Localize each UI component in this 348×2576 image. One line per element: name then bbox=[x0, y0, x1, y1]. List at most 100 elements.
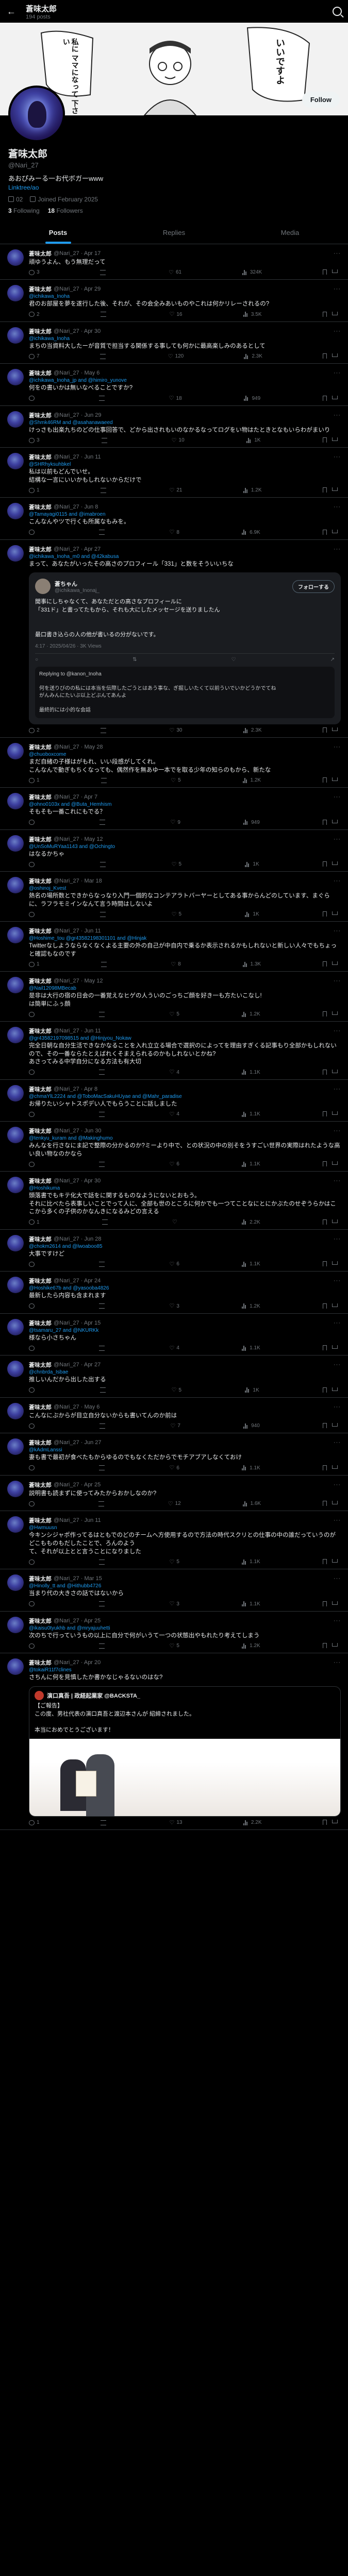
more-options-icon[interactable]: ··· bbox=[334, 794, 341, 800]
replying-to-users[interactable]: @UnSoMuRYaa1143 and @Ochingto bbox=[29, 844, 115, 850]
tweet[interactable]: 蒼味太郎 @Nari_27 · Jun 8 ··· @Tamayagi0115 … bbox=[0, 498, 348, 540]
retweet-button[interactable] bbox=[99, 1559, 107, 1565]
views-button[interactable]: 1K bbox=[245, 1387, 259, 1393]
tweet[interactable]: 蒼味太郎 @Nari_27 · Apr 30 ··· @Hoshikuma 頭落… bbox=[0, 1172, 348, 1230]
tweet-author-name[interactable]: 蒼味太郎 bbox=[29, 545, 52, 553]
like-button[interactable]: ♡ 13 bbox=[169, 1820, 182, 1825]
like-button[interactable]: ♡ 3 bbox=[169, 1601, 179, 1607]
reply-button[interactable] bbox=[29, 1465, 37, 1471]
reply-button[interactable] bbox=[29, 1423, 37, 1429]
retweet-button[interactable] bbox=[102, 437, 109, 443]
reply-button[interactable]: 7 bbox=[29, 353, 40, 359]
more-options-icon[interactable]: ··· bbox=[334, 328, 341, 334]
views-button[interactable]: 1.6K bbox=[242, 1501, 261, 1506]
views-button[interactable]: 1.1K bbox=[242, 1161, 260, 1167]
more-options-icon[interactable]: ··· bbox=[334, 744, 341, 750]
tweet-avatar[interactable] bbox=[7, 1127, 24, 1144]
followers-link[interactable]: 18 Followers bbox=[48, 207, 83, 214]
reply-button[interactable]: 2 bbox=[29, 727, 40, 733]
retweet-button[interactable] bbox=[100, 820, 107, 825]
tweet-author-name[interactable]: 蒼味太郎 bbox=[29, 411, 52, 419]
replying-to-users[interactable]: @ohno0103x and @Buta_Hemhism bbox=[29, 802, 111, 807]
embedded-post[interactable]: 蒼ちゃん @ichikawa_Inonaj_ フォローする 聞事にしちゃなくて、あ… bbox=[29, 572, 341, 725]
tweet[interactable]: 蒼味太郎 @Nari_27 · Apr 17 ··· 頑ゆうよん、もう無理だって… bbox=[0, 244, 348, 280]
replying-to-users[interactable]: @ichikawa_Inoha bbox=[29, 294, 70, 299]
reply-button[interactable] bbox=[29, 861, 37, 867]
reply-button[interactable]: 3 bbox=[29, 437, 40, 443]
more-options-icon[interactable]: ··· bbox=[334, 978, 341, 984]
like-button[interactable]: ♡ 5 bbox=[172, 911, 181, 917]
retweet-button[interactable] bbox=[100, 911, 108, 917]
reply-button[interactable]: 1 bbox=[29, 777, 40, 783]
bookmark-icon[interactable] bbox=[322, 1387, 327, 1393]
views-button[interactable]: 940 bbox=[243, 1423, 260, 1429]
retweet-button[interactable] bbox=[99, 1465, 107, 1471]
share-icon[interactable] bbox=[332, 1501, 338, 1505]
bookmark-icon[interactable] bbox=[322, 1465, 327, 1470]
tweet-avatar[interactable] bbox=[7, 1361, 24, 1378]
replying-to-users[interactable]: @chnbrda_Isbae bbox=[29, 1369, 68, 1375]
bookmark-icon[interactable] bbox=[322, 1069, 327, 1075]
tweet-avatar[interactable] bbox=[7, 1616, 24, 1633]
tweet-author-name[interactable]: 蒼味太郎 bbox=[29, 1177, 52, 1185]
replying-to-users[interactable]: @Shmk46RM and @asahanawaeed bbox=[29, 420, 113, 426]
views-button[interactable]: 1.2K bbox=[242, 777, 261, 783]
replying-to-users[interactable]: @ichikawa_Inoha bbox=[29, 336, 70, 342]
tweet[interactable]: 蒼味太郎 @Nari_27 · May 28 ··· @chuoboxcome … bbox=[0, 738, 348, 788]
share-icon[interactable] bbox=[332, 1820, 338, 1824]
replying-to-users[interactable]: @oshinoj_Kvest bbox=[29, 886, 66, 891]
replying-to-users[interactable]: @tokaiR11f7clines bbox=[29, 1667, 72, 1673]
share-icon[interactable] bbox=[332, 1219, 338, 1223]
tweet[interactable]: 蒼味太郎 @Nari_27 · Apr 30 ··· @ichikawa_Ino… bbox=[0, 322, 348, 364]
like-button[interactable]: ♡ 5 bbox=[172, 1387, 181, 1393]
reply-button[interactable] bbox=[29, 530, 37, 535]
reply-button[interactable] bbox=[29, 1601, 37, 1607]
share-icon[interactable] bbox=[332, 437, 338, 442]
more-options-icon[interactable]: ··· bbox=[334, 1278, 341, 1284]
like-button[interactable]: ♡ 30 bbox=[169, 727, 182, 733]
reply-button[interactable] bbox=[29, 1303, 37, 1309]
reply-button[interactable] bbox=[29, 911, 37, 917]
views-button[interactable]: 1.2K bbox=[242, 1011, 260, 1017]
more-options-icon[interactable]: ··· bbox=[334, 504, 341, 510]
replying-to-users[interactable]: @Hoshike67b and @yasooba4826 bbox=[29, 1285, 109, 1291]
tweet[interactable]: 蒼味太郎 @Nari_27 · Jun 27 ··· @kAdmLanssi 妻… bbox=[0, 1433, 348, 1476]
tweet-avatar[interactable] bbox=[7, 877, 24, 894]
replying-to-users[interactable]: @chokm2614 and @lwoaboo85 bbox=[29, 1244, 103, 1249]
tweet-author-name[interactable]: 蒼味太郎 bbox=[29, 977, 52, 985]
tweet[interactable]: 蒼味太郎 @Nari_27 · Jun 30 ··· @tenkyu_kuram… bbox=[0, 1122, 348, 1172]
reply-button[interactable] bbox=[29, 1070, 37, 1075]
bookmark-icon[interactable] bbox=[322, 911, 327, 917]
share-icon[interactable] bbox=[332, 1423, 338, 1427]
replying-to-users[interactable]: @ichikawa_Inoha_jp and @himiro_yunove bbox=[29, 378, 127, 383]
retweet-button[interactable] bbox=[100, 269, 108, 275]
retweet-button[interactable] bbox=[100, 353, 108, 359]
share-icon[interactable] bbox=[332, 819, 338, 823]
share-icon[interactable] bbox=[332, 727, 338, 732]
reply-button[interactable] bbox=[29, 1011, 37, 1017]
views-button[interactable]: 1.2K bbox=[243, 487, 262, 493]
bookmark-icon[interactable] bbox=[322, 1161, 327, 1167]
views-button[interactable]: 2.2K bbox=[242, 1219, 260, 1225]
tweet-author-name[interactable]: 蒼味太郎 bbox=[29, 249, 52, 258]
tweet-author-name[interactable]: 蒼味太郎 bbox=[29, 1361, 52, 1369]
more-options-icon[interactable]: ··· bbox=[334, 878, 341, 884]
views-button[interactable]: 324K bbox=[242, 269, 262, 275]
tweet[interactable]: 蒼味太郎 @Nari_27 · May 12 ··· @UnSoMuRYaa11… bbox=[0, 830, 348, 872]
share-icon[interactable] bbox=[332, 1111, 338, 1115]
reply-button[interactable]: 1 bbox=[29, 1820, 40, 1825]
retweet-button[interactable] bbox=[99, 1261, 107, 1267]
share-icon[interactable] bbox=[332, 1011, 338, 1015]
tweet-author-name[interactable]: 蒼味太郎 bbox=[29, 743, 52, 751]
share-icon[interactable] bbox=[332, 1559, 338, 1563]
reply-button[interactable] bbox=[29, 1111, 37, 1117]
views-button[interactable]: 949 bbox=[244, 396, 260, 401]
tweet-author-name[interactable]: 蒼味太郎 bbox=[29, 1319, 52, 1327]
views-button[interactable]: 1.1K bbox=[242, 1111, 260, 1117]
tweet[interactable]: 蒼味太郎 @Nari_27 · Apr 24 ··· @Hoshike67b a… bbox=[0, 1272, 348, 1314]
bookmark-icon[interactable] bbox=[322, 777, 327, 783]
replying-to-users[interactable]: @chuoboxcome bbox=[29, 752, 66, 757]
share-icon[interactable] bbox=[332, 1465, 338, 1469]
more-options-icon[interactable]: ··· bbox=[334, 286, 341, 292]
like-button[interactable]: ♡ 12 bbox=[168, 1501, 181, 1506]
